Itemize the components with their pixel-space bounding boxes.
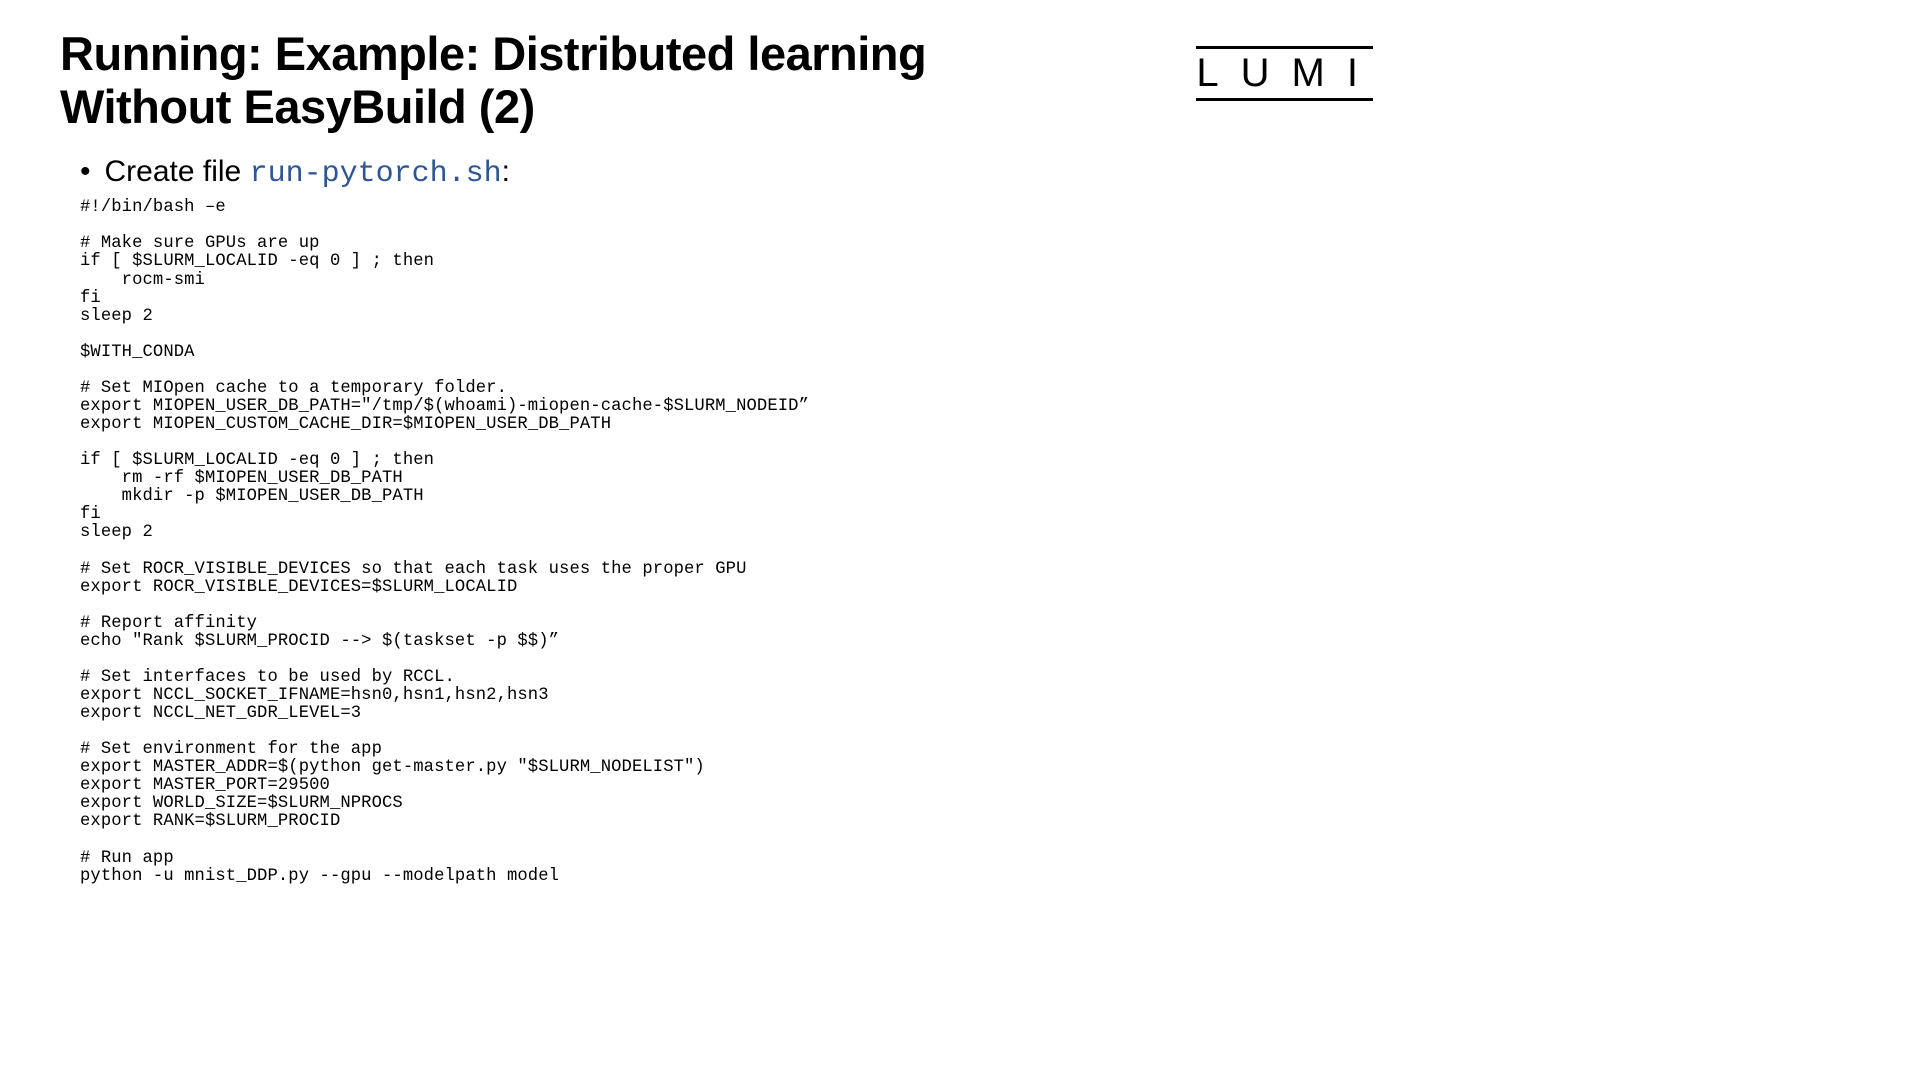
bullet-prefix: Create file	[105, 155, 250, 188]
code-block: #!/bin/bash –e # Make sure GPUs are up i…	[80, 199, 1380, 885]
bullet-filename: run-pytorch.sh	[250, 157, 502, 191]
bullet-suffix: :	[502, 155, 510, 188]
logo-line-bottom	[1196, 98, 1372, 101]
slide-title: Running: Example: Distributed learning W…	[60, 28, 1060, 133]
slide: LUMI Running: Example: Distributed learn…	[0, 0, 1440, 810]
lumi-logo: LUMI	[1196, 44, 1380, 103]
bullet-marker: •	[80, 157, 91, 187]
logo-text: LUMI	[1196, 51, 1380, 95]
logo-line-top	[1196, 46, 1372, 49]
bullet-text: Create file run-pytorch.sh:	[105, 155, 510, 191]
bullet-item: • Create file run-pytorch.sh:	[80, 155, 1380, 191]
